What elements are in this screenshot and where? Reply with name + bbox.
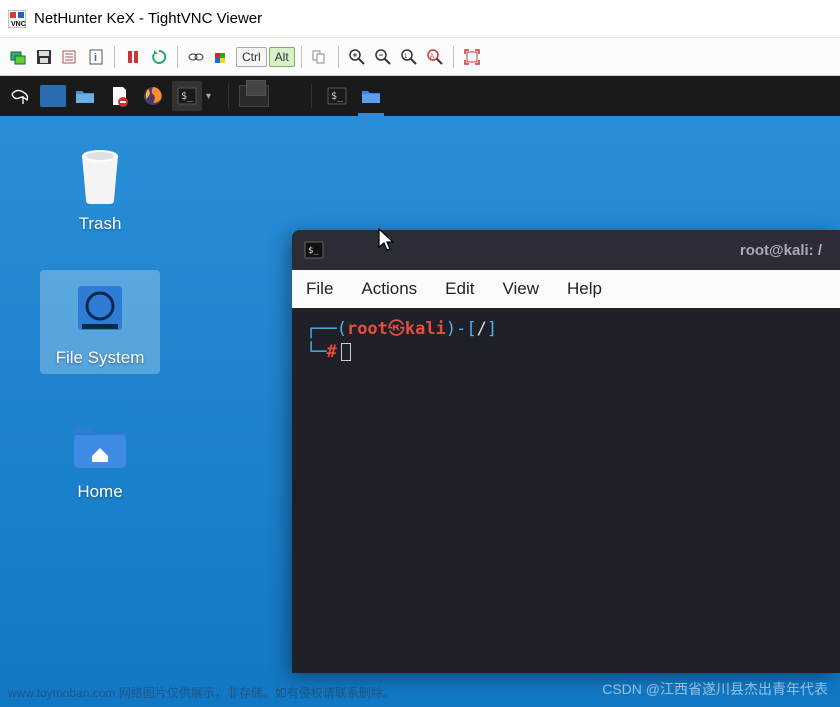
taskbar-filemanager[interactable] xyxy=(356,82,386,110)
menu-view[interactable]: View xyxy=(502,279,539,299)
zoom-100-button[interactable]: 1 xyxy=(397,45,421,69)
toolbar-separator xyxy=(301,46,302,68)
terminal-launcher[interactable]: $_ xyxy=(172,81,202,111)
alt-key-button[interactable]: Alt xyxy=(269,47,295,67)
taskbar-terminal[interactable]: $_ xyxy=(322,82,352,110)
svg-text:$_: $_ xyxy=(308,246,319,256)
menu-actions[interactable]: Actions xyxy=(361,279,417,299)
svg-text:VNC: VNC xyxy=(11,21,26,28)
terminal-body[interactable]: ┌──(root㉿kali)-[/] └─# xyxy=(292,308,840,673)
terminal-menubar: File Actions Edit View Help xyxy=(292,270,840,308)
panel-separator xyxy=(228,84,229,108)
svg-text:1: 1 xyxy=(404,54,408,60)
svg-text:$_: $_ xyxy=(331,91,344,102)
svg-text:i: i xyxy=(94,52,97,64)
text-editor-launcher[interactable] xyxy=(104,81,134,111)
vnc-app-icon: VNC xyxy=(8,10,26,28)
file-manager-launcher[interactable] xyxy=(70,81,100,111)
workspace-switcher[interactable] xyxy=(239,85,269,107)
window-title: NetHunter KeX - TightVNC Viewer xyxy=(34,10,262,27)
svg-text:A: A xyxy=(430,54,434,60)
menu-edit[interactable]: Edit xyxy=(445,279,474,299)
watermark-author: CSDN @江西省遂川县杰出青年代表 xyxy=(602,679,828,699)
toolbar-separator xyxy=(453,46,454,68)
remote-desktop-viewport: $_ ▾ $_ Trash File System xyxy=(0,76,840,707)
home-folder-icon xyxy=(68,410,132,474)
trash-label: Trash xyxy=(79,214,122,234)
kali-top-panel: $_ ▾ $_ xyxy=(0,76,840,116)
desktop-icons-area: Trash File System Home xyxy=(40,136,160,508)
watermark-source: www.toymoban.com 网络图片仅供展示，非存储。如有侵权请联系删除。 xyxy=(8,684,395,701)
firefox-launcher[interactable] xyxy=(138,81,168,111)
kali-menu-button[interactable] xyxy=(6,81,36,111)
terminal-title: root@kali: / xyxy=(740,242,822,259)
terminal-icon: $_ xyxy=(304,240,324,260)
zoom-out-button[interactable] xyxy=(371,45,395,69)
ctrl-esc-button[interactable] xyxy=(210,45,234,69)
zoom-in-button[interactable] xyxy=(345,45,369,69)
new-connection-button[interactable] xyxy=(6,45,30,69)
options-button[interactable] xyxy=(58,45,82,69)
prompt-line-1: ┌──(root㉿kali)-[/] xyxy=(306,318,826,341)
save-button[interactable] xyxy=(32,45,56,69)
svg-text:$_: $_ xyxy=(181,91,194,102)
terminal-cursor xyxy=(341,343,351,361)
zoom-auto-button[interactable]: A xyxy=(423,45,447,69)
window-titlebar: VNC NetHunter KeX - TightVNC Viewer xyxy=(0,0,840,38)
toolbar-separator xyxy=(338,46,339,68)
transfer-button[interactable] xyxy=(308,45,332,69)
vnc-toolbar: i Ctrl Alt 1 A xyxy=(0,38,840,76)
terminal-titlebar[interactable]: $_ root@kali: / xyxy=(292,230,840,270)
filesystem-icon[interactable]: File System xyxy=(40,270,160,374)
ctrl-key-button[interactable]: Ctrl xyxy=(236,47,267,67)
pause-button[interactable] xyxy=(121,45,145,69)
refresh-button[interactable] xyxy=(147,45,171,69)
show-desktop-button[interactable] xyxy=(40,85,66,107)
trash-bin-icon xyxy=(68,142,132,206)
panel-separator xyxy=(311,84,312,108)
launcher-dropdown[interactable]: ▾ xyxy=(206,91,218,102)
home-label: Home xyxy=(77,482,122,502)
toolbar-separator xyxy=(114,46,115,68)
info-button[interactable]: i xyxy=(84,45,108,69)
trash-icon[interactable]: Trash xyxy=(40,136,160,240)
filesystem-label: File System xyxy=(56,348,145,368)
disk-icon xyxy=(68,276,132,340)
fullscreen-button[interactable] xyxy=(460,45,484,69)
menu-file[interactable]: File xyxy=(306,279,333,299)
toolbar-separator xyxy=(177,46,178,68)
ctrl-alt-del-button[interactable] xyxy=(184,45,208,69)
home-icon[interactable]: Home xyxy=(40,404,160,508)
prompt-line-2: └─# xyxy=(306,341,826,364)
terminal-window[interactable]: $_ root@kali: / File Actions Edit View H… xyxy=(292,230,840,673)
menu-help[interactable]: Help xyxy=(567,279,602,299)
